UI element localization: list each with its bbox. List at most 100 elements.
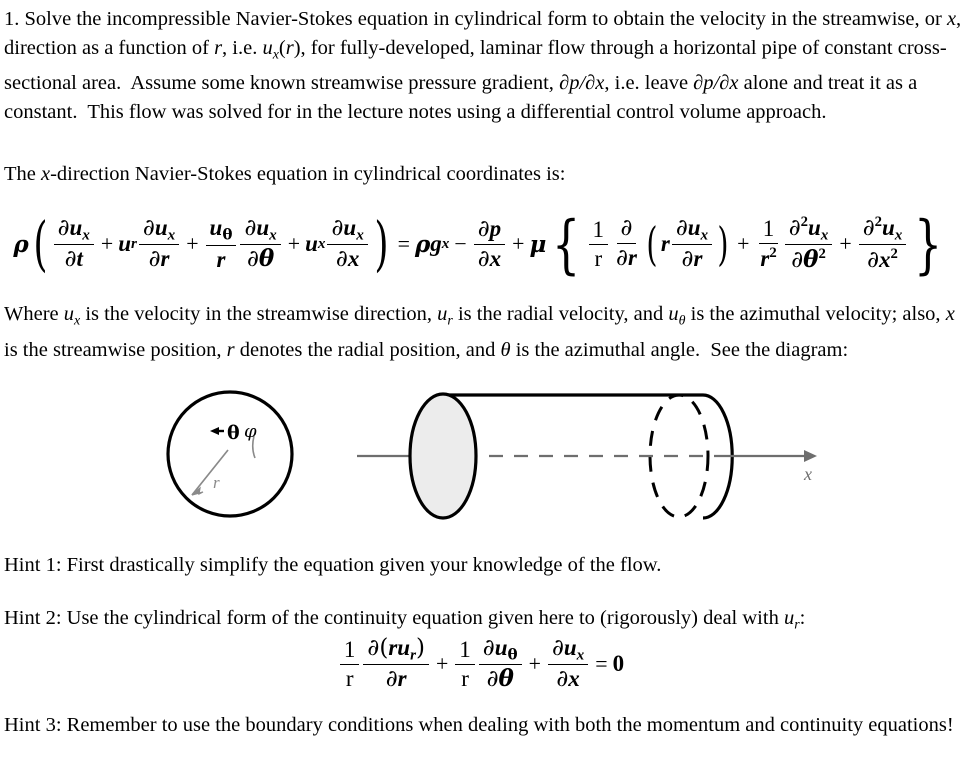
cont-partial-1: ∂	[367, 634, 380, 661]
xdir-var-x: x	[41, 163, 51, 185]
circle-theta-label: θ	[227, 422, 240, 444]
xdir-text-a: The	[4, 163, 41, 185]
cross-section-circle	[166, 390, 294, 518]
eq-dudx-den: ∂x	[332, 245, 363, 273]
cont-u-2-sub: θ	[507, 645, 518, 664]
eq-r-3: r	[594, 245, 603, 271]
eq-partial-15: ∂	[788, 214, 801, 241]
where-text-c: is the radial velocity, and	[452, 303, 669, 325]
eq-one-over-r-1: 1 r	[588, 217, 609, 272]
eq-ux: u	[305, 231, 318, 256]
eq-u-5: u	[343, 214, 357, 240]
eq-r-7: r	[760, 246, 770, 272]
eq-ddr-den: ∂r	[612, 244, 641, 272]
eq-one-2: 1	[758, 216, 779, 244]
cont-u-3-sub: x	[576, 646, 585, 664]
cont-r-4: r	[461, 665, 469, 691]
cont-term-drur: ∂(rur) ∂r	[363, 635, 429, 693]
eq-left-brace: {	[552, 206, 581, 281]
eq-x-2: x	[489, 245, 502, 271]
eq-u-5-sub: x	[356, 226, 364, 244]
where-text-d: is the azimuthal velocity; also,	[685, 303, 946, 325]
eq-u-2-sub: x	[167, 226, 176, 244]
eq-u-3-sub: θ	[222, 225, 233, 244]
eq-inner-left-paren: (	[646, 216, 658, 271]
intro-text-c: , i.e.	[222, 36, 263, 59]
eq-partial-13: ∂	[675, 214, 688, 241]
intro-pressure-gradient-1: ∂p/∂x	[559, 72, 605, 95]
eq-p: p	[489, 215, 502, 241]
eq-u-7: u	[807, 214, 821, 240]
eq-dudr2-num: ∂ux	[671, 214, 713, 246]
intro-text-a: 1. Solve the incompressible Navier-Stoke…	[4, 8, 947, 30]
diagram-area: θ φ r x	[0, 382, 962, 527]
intro-var-r: r	[214, 36, 223, 59]
eq-dpdx-num: ∂p	[473, 215, 506, 245]
eq-plus-5: +	[737, 231, 750, 256]
cont-one-over-r-2: 1 r	[455, 637, 475, 692]
intro-var-r2: r	[285, 36, 294, 59]
eq-ur-sub: r	[131, 235, 137, 252]
eq-partial-9: ∂	[477, 215, 490, 242]
cont-dudx-den: ∂x	[552, 665, 583, 693]
theta-arrowhead	[210, 427, 219, 435]
eq-left-paren: (	[33, 209, 48, 278]
where-text-b: is the velocity in the streamwise direct…	[80, 303, 438, 325]
where-u3-sub: θ	[678, 313, 686, 329]
eq-r-6: r	[693, 246, 703, 272]
eq-ddr-operator: ∂ ∂r	[612, 215, 641, 272]
eq-term-dudtheta: ∂ux ∂θ	[240, 214, 281, 273]
eq-ux-sub: x	[317, 235, 326, 252]
xdir-text-b: -direction Navier-Stokes equation in cyl…	[50, 163, 566, 185]
circle-phi-label: φ	[244, 421, 257, 442]
eq-r-1: r	[160, 246, 170, 272]
continuity-equation: 1 r ∂(rur) ∂r + 1 r ∂uθ ∂θ + ∂ux ∂x = 0	[0, 626, 962, 702]
intro-var-x: x	[946, 8, 957, 30]
cylinder-front-face	[408, 392, 478, 520]
eq-term-d2udtheta2: ∂2ux ∂θ2	[784, 214, 833, 275]
eq-term-d2udx2: ∂2ux ∂x2	[858, 213, 907, 275]
cont-plus-2: +	[528, 651, 541, 676]
eq-term-utheta-over-r: uθ r	[205, 215, 237, 272]
document-page: 1. Solve the incompressible Navier-Stoke…	[0, 0, 962, 762]
eq-d2udtheta2-num: ∂2ux	[784, 214, 833, 246]
eq-partial-14: ∂	[681, 246, 694, 273]
eq-term-dudr: ∂ux ∂r	[138, 215, 180, 273]
momentum-equation: ρ ( ∂ux ∂t + ur ∂ux ∂r + uθ r ∂ux ∂θ + u…	[0, 198, 962, 290]
eq-g-sub: x	[441, 235, 450, 252]
cont-one-1: 1	[339, 637, 360, 665]
eq-exp-2-4: 2	[874, 213, 882, 230]
eq-exp-2-1: 2	[769, 244, 777, 261]
cont-drur-num: ∂(rur)	[363, 635, 429, 666]
cont-drur-den: ∂r	[382, 665, 411, 693]
equation-lead-in-line: The x-direction Navier-Stokes equation i…	[0, 160, 962, 189]
eq-dudt-num: ∂ux	[53, 215, 94, 246]
intro-var-u: u	[262, 36, 273, 59]
circle-r-label: r	[213, 473, 220, 492]
cont-dudtheta-den: ∂θ	[483, 665, 518, 693]
cont-rparen: )	[415, 634, 425, 661]
variable-definitions-paragraph: Where u x is the velocity in the streamwi…	[0, 300, 962, 364]
eq-u-4-sub: x	[269, 226, 277, 244]
eq-u-6-sub: x	[700, 226, 709, 244]
eq-u-6: u	[687, 214, 701, 240]
cont-partial-3: ∂	[482, 634, 495, 661]
eq-partial-11: ∂	[616, 215, 637, 244]
eq-equals: =	[397, 231, 410, 256]
eq-g: g	[430, 231, 442, 256]
cont-r-1: r	[345, 665, 354, 691]
eq-u-4: u	[256, 214, 270, 240]
eq-rho: ρ	[13, 230, 29, 258]
cont-dudtheta-num: ∂uθ	[478, 634, 522, 666]
eq-partial-16: ∂	[791, 247, 804, 274]
cont-equals: =	[595, 651, 608, 676]
eq-u-8: u	[881, 214, 895, 240]
where-u2: u	[437, 303, 448, 325]
eq-partial-2: ∂	[64, 246, 77, 273]
eq-mu: μ	[529, 230, 547, 258]
eq-term-dudx: ∂ux ∂x	[327, 214, 368, 273]
eq-dudr-den: ∂r	[145, 245, 174, 273]
cont-zero: 0	[612, 651, 625, 676]
eq-dudr2-den: ∂r	[678, 245, 707, 273]
eq-plus-4: +	[512, 231, 525, 256]
